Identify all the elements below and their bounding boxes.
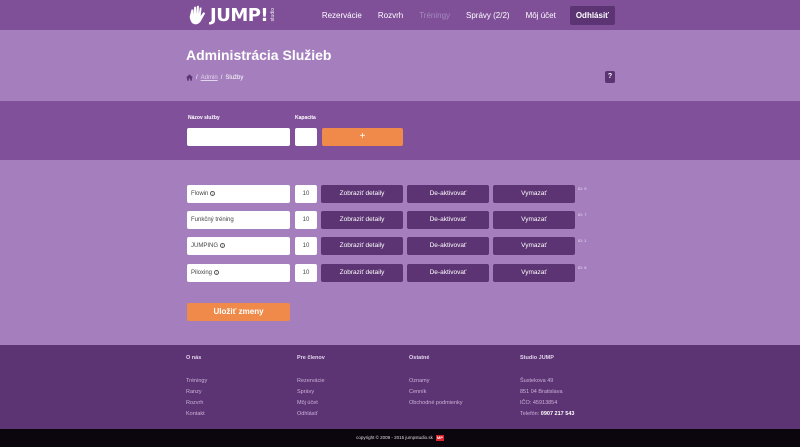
service-name-text: Piloxing [191, 270, 213, 276]
capacity-label: Kapacita [295, 115, 316, 121]
delete-button[interactable]: Vymazať [493, 237, 575, 255]
breadcrumb-separator: / [220, 74, 223, 81]
delete-button[interactable]: Vymazať [493, 185, 575, 203]
info-icon[interactable]: i [220, 242, 225, 248]
capacity-input[interactable] [295, 128, 317, 146]
deactivate-button[interactable]: De-aktivovať [407, 185, 489, 203]
footer-link[interactable]: Oznamy [409, 378, 463, 384]
footer-link[interactable]: Tréningy [186, 378, 207, 384]
main-nav: Rezervácie Rozvrh Tréningy Správy (2/2) … [314, 6, 615, 25]
footer-column-other: Ostatné Oznamy Cenník Obchodné podmienky [409, 355, 463, 411]
phone-number[interactable]: 0907 217 543 [541, 411, 575, 417]
nav-item-trainings[interactable]: Tréningy [411, 6, 458, 25]
deactivate-button[interactable]: De-aktivovať [407, 264, 489, 282]
service-row: Funkčný tréning 10 Zobraziť detaily De-a… [187, 211, 607, 229]
company-id: IČO: 45913854 [520, 400, 558, 406]
hand-logo-icon [189, 5, 206, 25]
service-name-input[interactable] [187, 128, 290, 146]
capacity-field[interactable]: 10 [295, 237, 317, 255]
breadcrumb-current: Služby [225, 74, 244, 81]
phone-line: Telefón: 0907 217 543 [520, 411, 574, 417]
info-icon[interactable]: i [210, 190, 216, 196]
new-service-form: Názov služby Kapacita + [0, 101, 800, 160]
service-id: ID: 7 [578, 212, 587, 217]
capacity-field[interactable]: 10 [295, 264, 317, 282]
breadcrumb-admin[interactable]: Admin [201, 75, 218, 81]
breadcrumb-separator: / [196, 74, 198, 81]
phone-label: Telefón: [520, 411, 540, 417]
footer-link[interactable]: Cenník [409, 389, 463, 395]
show-details-button[interactable]: Zobraziť detaily [321, 264, 403, 282]
footer-link[interactable]: Môj účet [297, 400, 325, 406]
footer-heading: O nás [186, 355, 202, 361]
service-row: Piloxing i 10 Zobraziť detaily De-aktivov… [187, 264, 607, 282]
help-button[interactable]: ? [605, 71, 615, 83]
top-navigation: JUMP! studio Rezervácie Rozvrh Tréningy … [0, 0, 800, 30]
footer-link[interactable]: Ranzy [186, 389, 207, 395]
service-name-field[interactable]: Piloxing i [187, 264, 290, 282]
delete-button[interactable]: Vymazať [493, 211, 575, 229]
service-id: ID: 8 [578, 265, 587, 270]
show-details-button[interactable]: Zobraziť detaily [321, 237, 403, 255]
footer-heading: Pre členov [297, 355, 325, 361]
footer-link[interactable]: Kontakt [186, 411, 207, 417]
service-id: ID: 1 [578, 238, 587, 243]
footer-link[interactable]: Odhlásiť [297, 411, 325, 417]
footer-link[interactable]: Rozvrh [186, 400, 207, 406]
deactivate-button[interactable]: De-aktivovať [407, 211, 489, 229]
copyright-bar: copyright © 2009 - 2015 jumpstudio.sk MP [0, 429, 800, 447]
address-line: 851 04 Bratislava [520, 389, 563, 395]
capacity-field[interactable]: 10 [295, 185, 317, 203]
page-header: Administrácia Služieb / Admin / Služby ? [0, 30, 800, 101]
service-name-text: Funkčný tréning [191, 217, 234, 223]
service-name-field[interactable]: Flowin i [187, 185, 290, 203]
copyright: copyright © 2009 - 2015 jumpstudio.sk MP [0, 429, 800, 447]
nav-item-reservations[interactable]: Rezervácie [314, 6, 370, 25]
service-name-field[interactable]: Funkčný tréning [187, 211, 290, 229]
show-details-button[interactable]: Zobraziť detaily [321, 211, 403, 229]
footer-heading: Studio JUMP [520, 355, 554, 361]
logo-text: JUMP! [210, 4, 269, 26]
footer: O nás Tréningy Ranzy Rozvrh Kontakt Pre … [0, 345, 800, 429]
nav-item-my-account[interactable]: Môj účet [518, 6, 564, 25]
capacity-field[interactable]: 10 [295, 211, 317, 229]
service-row: JUMPING i 10 Zobraziť detaily De-aktivova… [187, 237, 607, 255]
logout-button[interactable]: Odhlásiť [569, 6, 615, 25]
add-service-button[interactable]: + [322, 128, 403, 146]
nav-item-messages[interactable]: Správy (2/2) [458, 6, 518, 25]
service-name-label: Názov služby [188, 115, 220, 121]
footer-link[interactable]: Obchodné podmienky [409, 400, 463, 406]
deactivate-button[interactable]: De-aktivovať [407, 237, 489, 255]
address-line: Šustekova 49 [520, 378, 554, 384]
show-details-button[interactable]: Zobraziť detaily [321, 185, 403, 203]
page-title: Administrácia Služieb [186, 47, 332, 63]
mp-badge-icon[interactable]: MP [435, 434, 444, 441]
footer-column-contact: Studio JUMP Šustekova 49 851 04 Bratisla… [520, 355, 574, 422]
save-changes-button[interactable]: Uložiť zmeny [187, 303, 290, 321]
footer-link[interactable]: Rezervácie [297, 378, 325, 384]
logo[interactable]: JUMP! studio [186, 3, 276, 27]
home-icon[interactable] [186, 74, 193, 81]
delete-button[interactable]: Vymazať [493, 264, 575, 282]
nav-item-schedule[interactable]: Rozvrh [370, 6, 411, 25]
service-name-text: JUMPING [191, 243, 218, 249]
breadcrumb: / Admin / Služby [186, 74, 243, 81]
service-name-field[interactable]: JUMPING i [187, 237, 290, 255]
service-row: Flowin i 10 Zobraziť detaily De-aktivovať… [187, 185, 607, 203]
footer-link[interactable]: Správy [297, 389, 325, 395]
footer-heading: Ostatné [409, 355, 430, 361]
footer-column-about: O nás Tréningy Ranzy Rozvrh Kontakt [186, 355, 207, 422]
copyright-text: copyright © 2009 - 2015 jumpstudio.sk [356, 435, 433, 440]
footer-column-members: Pre členov Rezervácie Správy Môj účet Od… [297, 355, 325, 422]
info-icon[interactable]: i [214, 269, 220, 275]
service-name-text: Flowin [191, 191, 209, 197]
service-id: ID: 9 [578, 186, 587, 191]
logo-subtitle: studio [270, 8, 277, 22]
